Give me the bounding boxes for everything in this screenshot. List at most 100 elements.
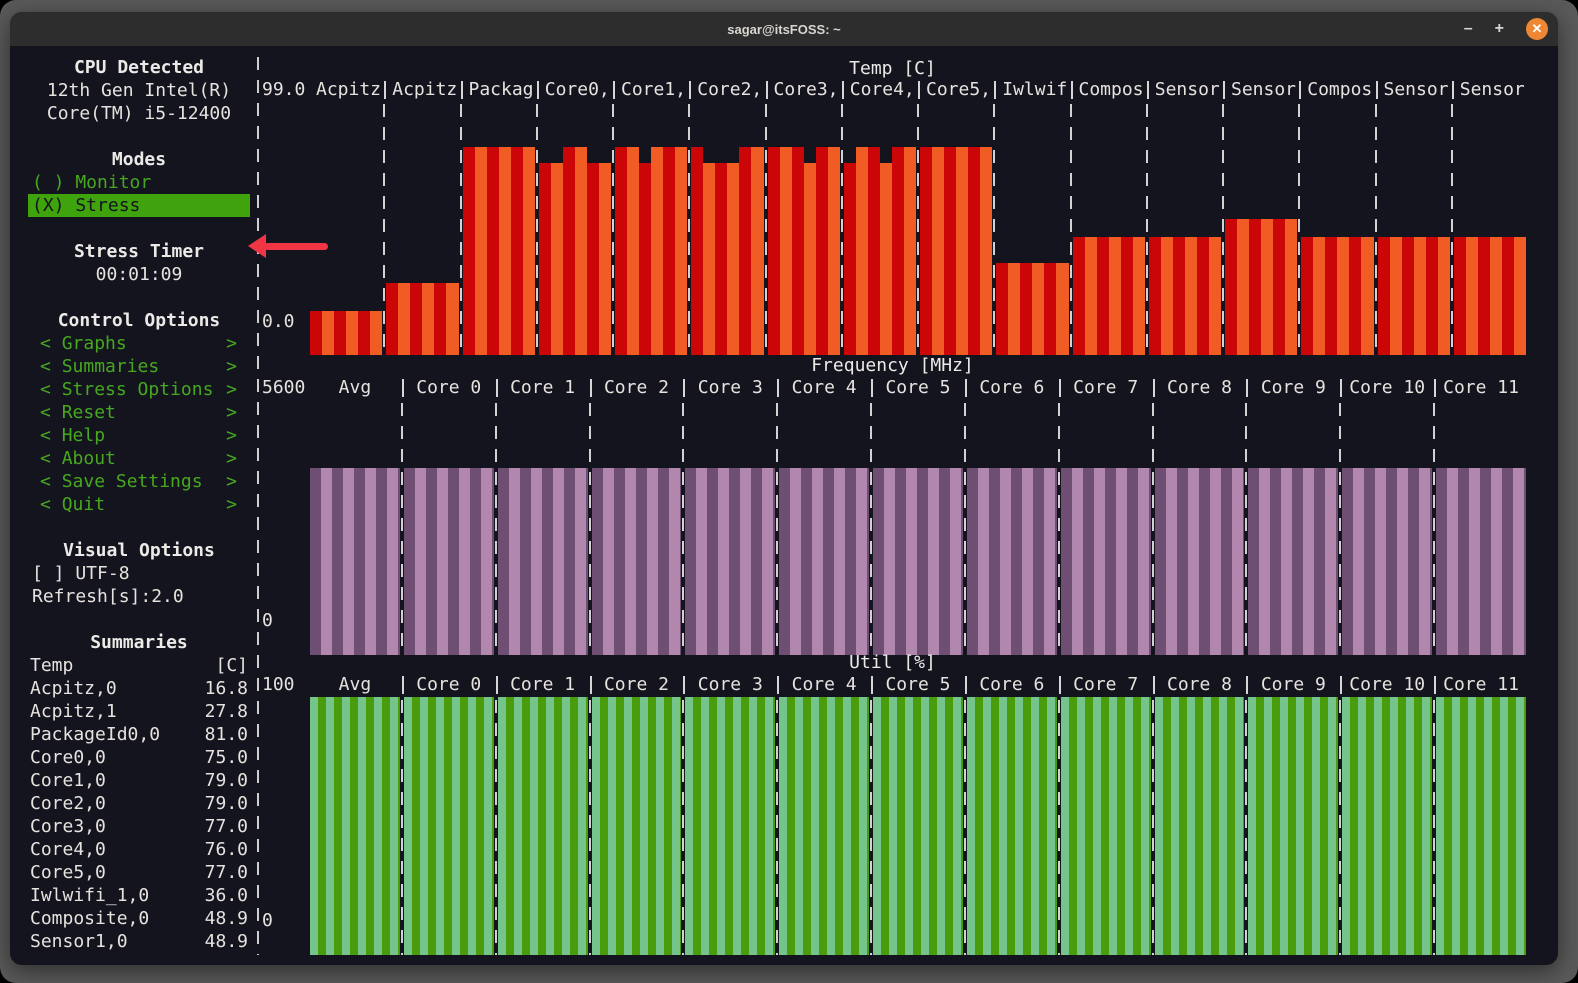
temp-bar xyxy=(1478,237,1490,355)
column-label-core-11: Core 11 xyxy=(1434,377,1528,399)
temp-bar xyxy=(920,147,932,355)
column-label-core-1: Core 1 xyxy=(496,674,590,696)
control-option-summaries[interactable]: < Summaries> xyxy=(28,355,250,378)
temp-column-acpitz xyxy=(384,101,460,355)
util-bar xyxy=(1061,697,1151,955)
util-column-core-1 xyxy=(496,697,590,955)
minimize-button[interactable]: – xyxy=(1464,21,1473,37)
column-label-core-7: Core 7 xyxy=(1059,377,1153,399)
frequency-column-core-10 xyxy=(1340,400,1434,655)
column-label-iwlwif: Iwlwif xyxy=(994,79,1070,101)
temp-bar xyxy=(768,147,780,355)
temp-bar xyxy=(1466,237,1478,355)
temp-chart: Temp [C] 99.0 AcpitzAcpitzPackagCore0,Co… xyxy=(257,46,1528,378)
column-label-core-6: Core 6 xyxy=(965,674,1059,696)
util-chart: Util [%] 100 AvgCore 0Core 1Core 2Core 3… xyxy=(257,651,1528,955)
temp-bar xyxy=(663,147,675,355)
temp-bar xyxy=(446,283,458,355)
utf8-checkbox[interactable]: [ ] UTF-8 xyxy=(28,562,250,585)
temp-bar xyxy=(346,311,358,355)
util-plot-area xyxy=(308,697,1528,955)
temp-bar xyxy=(792,147,804,355)
column-label-compos: Compos xyxy=(1299,79,1375,101)
control-option-save-settings[interactable]: < Save Settings> xyxy=(28,470,250,493)
frequency-bar xyxy=(592,468,682,655)
util-column-core-9 xyxy=(1246,697,1340,955)
temp-ymax-label: 99.0 xyxy=(257,79,308,101)
frequency-bar xyxy=(1342,468,1432,655)
util-column-core-8 xyxy=(1153,697,1247,955)
temp-column-core2- xyxy=(689,101,765,355)
column-label-sensor: Sensor xyxy=(1223,79,1299,101)
temp-bar xyxy=(551,163,563,355)
frequency-bar xyxy=(310,468,400,655)
temp-bar xyxy=(1285,219,1297,355)
temp-bar xyxy=(868,147,880,355)
temp-bar xyxy=(968,147,980,355)
control-option-stress-options[interactable]: < Stress Options> xyxy=(28,378,250,401)
column-label-core-9: Core 9 xyxy=(1246,674,1340,696)
temp-bar xyxy=(844,163,856,355)
temp-bar xyxy=(523,147,535,355)
column-label-core-2: Core 2 xyxy=(590,674,684,696)
util-bar xyxy=(779,697,869,955)
refresh-setting[interactable]: Refresh[s]:2.0 xyxy=(28,585,250,608)
temp-column-core1- xyxy=(613,101,689,355)
util-column-core-6 xyxy=(965,697,1059,955)
frequency-ymin-label: 0 xyxy=(257,609,273,632)
maximize-button[interactable]: + xyxy=(1495,21,1504,37)
util-bar xyxy=(498,697,588,955)
column-label-core-0: Core 0 xyxy=(402,674,496,696)
cpu-model-line1: 12th Gen Intel(R) xyxy=(28,79,250,102)
column-label-acpitz: Acpitz xyxy=(384,79,460,101)
summary-row-core3-0: Core3,077.0 xyxy=(28,815,250,838)
frequency-column-core-2 xyxy=(590,400,684,655)
temp-chart-title: Temp [C] xyxy=(257,57,1528,80)
temp-bar xyxy=(1490,237,1502,355)
control-options-heading: Control Options xyxy=(28,309,250,332)
control-option-quit[interactable]: < Quit> xyxy=(28,493,250,516)
temp-bar xyxy=(1032,263,1044,355)
summary-title-unit: [C] xyxy=(215,654,248,677)
temp-column-sensor xyxy=(1147,101,1223,355)
arrow-shaft xyxy=(264,243,328,250)
util-bar xyxy=(1248,697,1338,955)
temp-bar xyxy=(1225,219,1237,355)
column-label-acpitz: Acpitz xyxy=(308,79,384,101)
util-bar xyxy=(1436,697,1526,955)
control-option-about[interactable]: < About> xyxy=(28,447,250,470)
temp-bar xyxy=(1313,237,1325,355)
util-column-avg xyxy=(308,697,402,955)
frequency-bar xyxy=(685,468,775,655)
frequency-column-core-9 xyxy=(1246,400,1340,655)
frequency-bar xyxy=(404,468,494,655)
frequency-chart: Frequency [MHz] 5600 AvgCore 0Core 1Core… xyxy=(257,354,1528,655)
temp-bar xyxy=(1349,237,1361,355)
temp-bar xyxy=(334,311,346,355)
temp-bar xyxy=(1454,237,1466,355)
control-option-help[interactable]: < Help> xyxy=(28,424,250,447)
mode-option-stress-selected[interactable]: (X) Stress xyxy=(28,194,250,217)
temp-bar xyxy=(1161,237,1173,355)
temp-bar xyxy=(904,147,916,355)
temp-bar xyxy=(539,163,551,355)
cpu-model-line2: Core(TM) i5-12400 xyxy=(28,102,250,125)
temp-bar xyxy=(1502,237,1514,355)
temp-ymin-label: 0.0 xyxy=(257,310,295,333)
column-label-avg: Avg xyxy=(308,674,402,696)
close-button[interactable]: ✕ xyxy=(1526,18,1548,40)
summary-rows: Acpitz,016.8Acpitz,127.8PackageId0,081.0… xyxy=(28,677,250,953)
util-bar xyxy=(685,697,775,955)
control-option-graphs[interactable]: < Graphs> xyxy=(28,332,250,355)
control-option-reset[interactable]: < Reset> xyxy=(28,401,250,424)
column-label-core1-: Core1, xyxy=(613,79,689,101)
mode-option-monitor[interactable]: ( ) Monitor xyxy=(28,171,250,194)
util-ymax-label: 100 xyxy=(257,674,308,696)
stress-timer-value: 00:01:09 xyxy=(28,263,250,286)
column-label-compos: Compos xyxy=(1071,79,1147,101)
frequency-column-core-1 xyxy=(496,400,590,655)
temp-bar xyxy=(386,283,398,355)
temp-column-iwlwif xyxy=(994,101,1070,355)
util-bar xyxy=(1342,697,1432,955)
sidebar: CPU Detected 12th Gen Intel(R) Core(TM) … xyxy=(28,56,250,953)
